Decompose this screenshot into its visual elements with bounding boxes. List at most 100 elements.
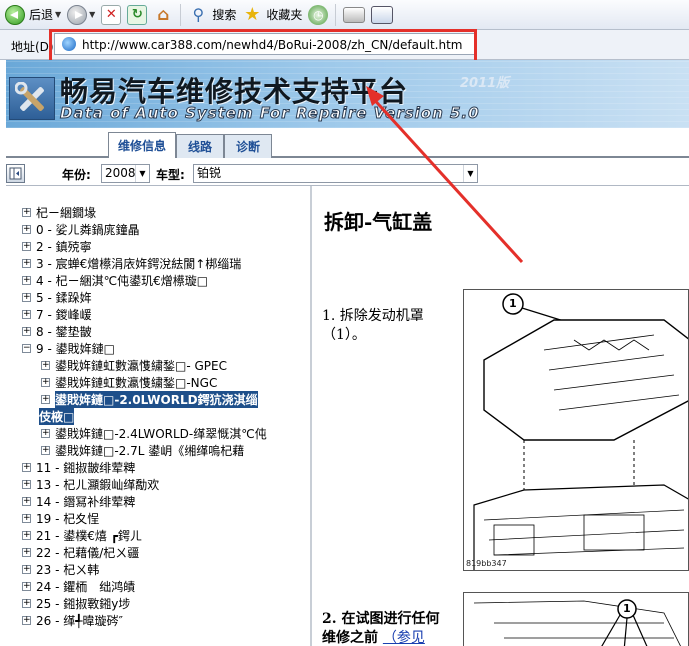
figure-2-illustration bbox=[473, 599, 681, 646]
expand-icon[interactable]: + bbox=[22, 327, 31, 336]
printer-icon bbox=[343, 6, 366, 23]
tab-repair-info[interactable]: 维修信息 bbox=[108, 132, 176, 158]
expand-icon[interactable]: + bbox=[22, 242, 31, 251]
step-2: 2. 在试图进行任何 维修之前 （参见 bbox=[322, 610, 440, 646]
expand-icon[interactable]: + bbox=[22, 616, 31, 625]
home-icon: ⌂ bbox=[157, 4, 170, 25]
content-pane: 拆卸-气缸盖 1. 拆除发动机罩 （1）。 819bb347 1 2. 在试图进… bbox=[312, 186, 689, 646]
model-select[interactable]: 铂锐 ▼ bbox=[193, 164, 478, 183]
site-banner: 畅易汽车维修技术支持平台 2011版 Data of Auto System F… bbox=[6, 60, 689, 128]
favorites-button[interactable]: ★ 收藏夹 bbox=[239, 3, 305, 27]
expand-icon[interactable]: + bbox=[22, 208, 31, 217]
step-1-line-2: （1）。 bbox=[322, 327, 366, 343]
expand-icon[interactable]: + bbox=[41, 446, 50, 455]
tree-item[interactable]: + 杞ㄧ綑鐗堟 bbox=[22, 204, 96, 221]
history-button[interactable]: ◷ bbox=[305, 3, 331, 27]
back-button[interactable]: 后退 ▼ bbox=[2, 3, 64, 27]
tree-item[interactable]: −9 - 鍙戝姩鏈□ bbox=[22, 340, 115, 357]
tree-item[interactable]: + 鍙戝姩鏈□-2.4LWORLD-缂翠慨淇℃伅 bbox=[41, 425, 267, 442]
expand-icon[interactable]: + bbox=[22, 531, 31, 540]
expand-icon[interactable]: + bbox=[22, 276, 31, 285]
expand-icon[interactable]: + bbox=[41, 378, 50, 387]
step-1-line-1: 1. 拆除发动机罩 bbox=[322, 308, 424, 324]
tree-item[interactable]: +26 - 缂╃暐璇硶″ bbox=[22, 612, 123, 629]
tree-item[interactable]: +5 - 鍒跺姩 bbox=[22, 289, 92, 306]
print-button[interactable] bbox=[340, 3, 368, 27]
tree-item[interactable]: +11 - 鎺掓皵绯荤粺 bbox=[22, 459, 135, 476]
tree-item[interactable]: +25 - 鎺掓斁鎺у埗 bbox=[22, 595, 130, 612]
tree-item[interactable]: +22 - 杞藉儀/杞ㄨ疆 bbox=[22, 544, 139, 561]
expand-icon[interactable]: + bbox=[22, 310, 31, 319]
tree-item[interactable]: + 鍙戝姩鏈虹數瀛愯繍鍫□-NGC bbox=[41, 374, 217, 391]
tree-item[interactable]: +4 - 杞ㄧ綑淇℃伅鍙玑€熷櫒璇□ bbox=[22, 272, 208, 289]
refresh-button[interactable]: ↻ bbox=[124, 3, 150, 27]
tree-item-selected-wrap[interactable]: 伎棭□ bbox=[39, 408, 75, 425]
tree-item[interactable]: +7 - 鍐峰嵈 bbox=[22, 306, 92, 323]
expand-icon[interactable]: + bbox=[22, 259, 31, 268]
tree-item[interactable]: +19 - 杞夊悜 bbox=[22, 510, 99, 527]
expand-icon[interactable]: + bbox=[22, 565, 31, 574]
expand-icon[interactable]: + bbox=[22, 514, 31, 523]
expand-icon[interactable]: + bbox=[22, 497, 31, 506]
forward-button[interactable]: ▼ bbox=[64, 3, 98, 27]
expand-icon[interactable]: + bbox=[41, 395, 50, 404]
tab-wiring[interactable]: 线路 bbox=[176, 134, 224, 158]
expand-icon[interactable]: + bbox=[22, 225, 31, 234]
address-label: 地址(D) bbox=[11, 40, 54, 54]
tree-item[interactable]: +3 - 宸蝉€熷櫒涓庡姩鍔涗紶閬↑梆缁瑞 bbox=[22, 255, 241, 272]
expand-icon[interactable]: + bbox=[41, 361, 50, 370]
tree-item[interactable]: +8 - 鐢垫皵 bbox=[22, 323, 92, 340]
tree-item[interactable]: + 鍙戝姩鏈□-2.7L 鍙岄《缃缂嗚杞藉 bbox=[41, 442, 244, 459]
back-dropdown-icon[interactable]: ▼ bbox=[55, 10, 61, 19]
tree-item[interactable]: +0 - 娑ㄦ粦鍋庣鐘瞐 bbox=[22, 221, 140, 238]
tree-item[interactable]: +14 - 鐕冩补绯荤粺 bbox=[22, 493, 135, 510]
tab-diagnosis[interactable]: 诊断 bbox=[224, 134, 272, 158]
history-icon: ◷ bbox=[308, 4, 329, 25]
collapse-icon[interactable]: − bbox=[22, 344, 31, 353]
see-also-link[interactable]: （参见 bbox=[383, 630, 425, 646]
stop-button[interactable]: ✕ bbox=[98, 3, 124, 27]
expand-icon[interactable]: + bbox=[22, 548, 31, 557]
chevron-down-icon: ▼ bbox=[463, 165, 477, 182]
model-value: 铂锐 bbox=[197, 166, 222, 180]
year-select[interactable]: 2008 ▼ bbox=[101, 164, 150, 183]
tree-item-selected[interactable]: + 鍙戝姩鏈□-2.0LWORLD鍔犺浇淇缁 bbox=[41, 391, 258, 408]
home-button[interactable]: ⌂ bbox=[150, 3, 176, 27]
expand-icon[interactable]: + bbox=[22, 480, 31, 489]
tree-item[interactable]: +24 - 鑺栭 绌鸿皟 bbox=[22, 578, 135, 595]
back-label: 后退 bbox=[29, 8, 54, 22]
edit-page-icon bbox=[371, 5, 394, 24]
expand-icon[interactable]: + bbox=[41, 429, 50, 438]
search-button[interactable]: ⚲ 搜索 bbox=[185, 3, 239, 27]
step-2-line-1: 2. 在试图进行任何 bbox=[322, 611, 440, 627]
forward-dropdown-icon[interactable]: ▼ bbox=[89, 10, 95, 19]
tree-item[interactable]: +2 - 鎮殑寧 bbox=[22, 238, 92, 255]
refresh-icon: ↻ bbox=[127, 4, 148, 25]
stop-icon: ✕ bbox=[101, 4, 122, 25]
step-2-line-2: 维修之前 （参见 bbox=[322, 630, 425, 646]
page-title: 拆卸-气缸盖 bbox=[324, 210, 433, 234]
figure-callout: 1 bbox=[509, 297, 517, 310]
tree-item[interactable]: + 鍙戝姩鏈虹數瀛愯繍鍫□- GPEC bbox=[41, 357, 227, 374]
back-arrow-icon bbox=[5, 4, 25, 25]
expand-icon[interactable]: + bbox=[22, 582, 31, 591]
tab-bar: 维修信息 线路 诊断 bbox=[6, 128, 689, 158]
engine-cover-illustration bbox=[473, 293, 688, 570]
expand-icon[interactable]: + bbox=[22, 463, 31, 472]
expand-icon[interactable]: + bbox=[22, 599, 31, 608]
figure-caption: 819bb347 bbox=[466, 559, 507, 568]
figure-2-callout: 1 bbox=[623, 602, 631, 615]
toggle-panel-button[interactable] bbox=[6, 164, 25, 183]
browser-toolbar: 后退 ▼ ▼ ✕ ↻ ⌂ ⚲ 搜索 ★ 收藏夹 ◷ bbox=[0, 0, 689, 30]
star-icon: ★ bbox=[244, 4, 261, 25]
year-value: 2008 bbox=[105, 166, 136, 180]
tree-item[interactable]: +21 - 鍙樸€熺 ┏鍔ㄦ bbox=[22, 527, 142, 544]
tree-item[interactable]: +23 - 杞ㄨ韩 bbox=[22, 561, 99, 578]
expand-icon[interactable]: + bbox=[22, 293, 31, 302]
edit-button[interactable] bbox=[368, 3, 396, 27]
year-label: 年份: bbox=[62, 168, 91, 182]
tree-item[interactable]: +13 - 杞ㄦ灦鍜屾缂勪欢 bbox=[22, 476, 159, 493]
chevron-down-icon: ▼ bbox=[135, 165, 149, 182]
favorites-label: 收藏夹 bbox=[266, 8, 303, 22]
panel-toggle-icon bbox=[9, 167, 22, 180]
